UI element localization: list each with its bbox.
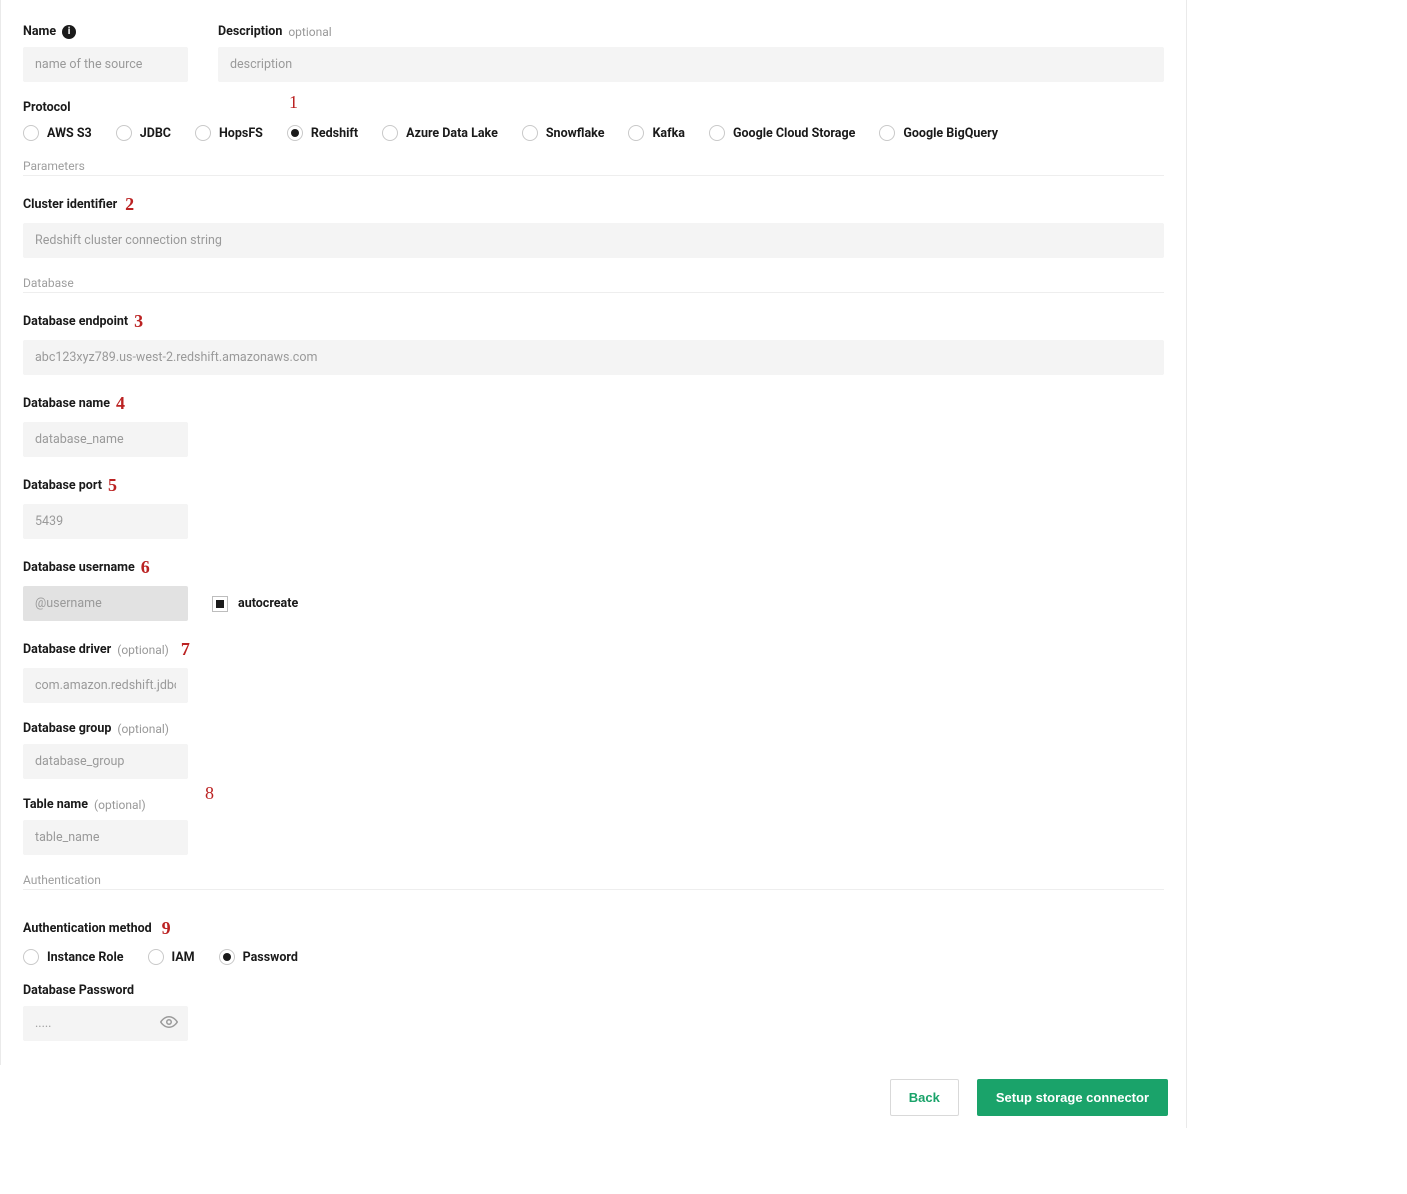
- checkbox-icon: [212, 596, 228, 612]
- db-driver-optional: (optional): [117, 643, 169, 657]
- protocol-option-gcs[interactable]: Google Cloud Storage: [709, 125, 855, 141]
- annotation-4: 4: [116, 393, 125, 414]
- storage-connector-form: Name i Description optional Protocol 1 A…: [0, 0, 1187, 1128]
- section-database: Database: [23, 276, 1164, 293]
- autocreate-checkbox[interactable]: autocreate: [212, 596, 298, 612]
- autocreate-label: autocreate: [238, 596, 298, 611]
- protocol-option-redshift[interactable]: Redshift: [287, 125, 358, 141]
- annotation-3: 3: [134, 311, 143, 332]
- back-button[interactable]: Back: [890, 1079, 959, 1116]
- name-label: Name: [23, 24, 56, 39]
- setup-storage-connector-button[interactable]: Setup storage connector: [977, 1079, 1168, 1116]
- db-username-input[interactable]: [23, 586, 188, 621]
- annotation-8: 8: [205, 783, 214, 804]
- table-name-label: Table name: [23, 797, 88, 812]
- protocol-option-azure[interactable]: Azure Data Lake: [382, 125, 498, 141]
- db-endpoint-label: Database endpoint: [23, 314, 128, 329]
- protocol-radio-group: AWS S3 JDBC HopsFS Redshift Azure Data L…: [23, 125, 1164, 141]
- radio-icon: [382, 125, 398, 141]
- footer: Back Setup storage connector: [0, 1065, 1186, 1130]
- annotation-7: 7: [181, 639, 190, 660]
- radio-icon: [628, 125, 644, 141]
- name-input[interactable]: [23, 47, 188, 82]
- db-name-input[interactable]: [23, 422, 188, 457]
- db-group-optional: (optional): [117, 722, 169, 736]
- cluster-identifier-label: Cluster identifier: [23, 197, 117, 212]
- annotation-2: 2: [125, 194, 134, 215]
- protocol-option-kafka[interactable]: Kafka: [628, 125, 684, 141]
- section-parameters: Parameters: [23, 159, 1164, 176]
- protocol-option-snowflake[interactable]: Snowflake: [522, 125, 605, 141]
- db-port-input[interactable]: [23, 504, 188, 539]
- annotation-1: 1: [289, 92, 298, 113]
- description-label: Description: [218, 24, 282, 39]
- radio-icon: [709, 125, 725, 141]
- radio-icon: [879, 125, 895, 141]
- auth-option-instance-role[interactable]: Instance Role: [23, 949, 124, 965]
- auth-method-label: Authentication method: [23, 921, 152, 936]
- protocol-option-hopsfs[interactable]: HopsFS: [195, 125, 263, 141]
- radio-icon: [23, 125, 39, 141]
- db-port-label: Database port: [23, 478, 102, 493]
- description-optional: optional: [288, 25, 331, 39]
- section-authentication: Authentication: [23, 873, 1164, 890]
- auth-option-iam[interactable]: IAM: [148, 949, 195, 965]
- annotation-5: 5: [108, 475, 117, 496]
- db-driver-label: Database driver: [23, 642, 111, 657]
- auth-option-password[interactable]: Password: [219, 949, 298, 965]
- info-icon[interactable]: i: [62, 25, 76, 39]
- protocol-option-jdbc[interactable]: JDBC: [116, 125, 171, 141]
- db-group-label: Database group: [23, 721, 111, 736]
- radio-icon: [287, 125, 303, 141]
- auth-method-radio-group: Instance Role IAM Password: [23, 949, 1164, 965]
- protocol-option-aws-s3[interactable]: AWS S3: [23, 125, 92, 141]
- protocol-option-bigquery[interactable]: Google BigQuery: [879, 125, 998, 141]
- table-name-optional: (optional): [94, 798, 146, 812]
- radio-icon: [116, 125, 132, 141]
- radio-icon: [219, 949, 235, 965]
- table-name-input[interactable]: [23, 820, 188, 855]
- radio-icon: [195, 125, 211, 141]
- db-driver-input[interactable]: [23, 668, 188, 703]
- radio-icon: [148, 949, 164, 965]
- annotation-6: 6: [141, 557, 150, 578]
- db-endpoint-input[interactable]: [23, 340, 1164, 375]
- db-username-label: Database username: [23, 560, 135, 575]
- eye-icon[interactable]: [160, 1013, 178, 1035]
- cluster-identifier-input[interactable]: [23, 223, 1164, 258]
- protocol-label: Protocol: [23, 100, 71, 115]
- description-input[interactable]: [218, 47, 1164, 82]
- radio-icon: [522, 125, 538, 141]
- db-name-label: Database name: [23, 396, 110, 411]
- db-group-input[interactable]: [23, 744, 188, 779]
- radio-icon: [23, 949, 39, 965]
- annotation-9: 9: [162, 918, 171, 939]
- db-password-label: Database Password: [23, 983, 134, 998]
